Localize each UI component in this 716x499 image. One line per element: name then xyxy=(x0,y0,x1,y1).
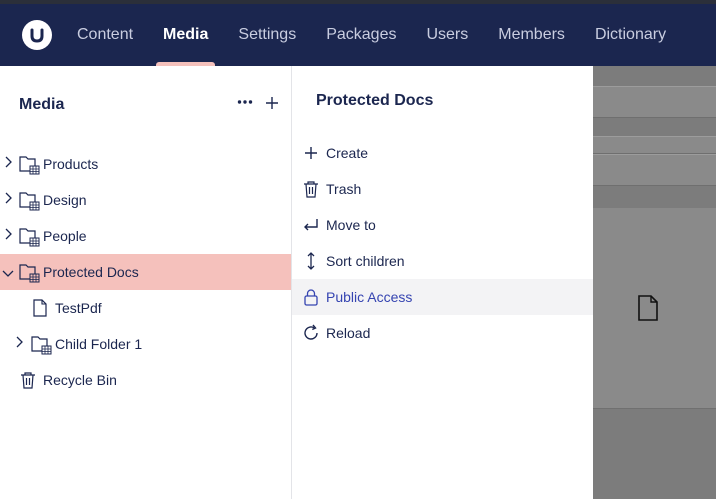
nav-members[interactable]: Members xyxy=(483,0,580,66)
nav-content[interactable]: Content xyxy=(62,0,148,66)
tree-item-label: Recycle Bin xyxy=(43,372,117,388)
document-icon xyxy=(637,295,659,326)
top-header: Content Media Settings Packages Users Me… xyxy=(0,0,716,66)
folder-grid-icon xyxy=(19,263,41,286)
tree-item-label: People xyxy=(43,228,87,244)
background-band xyxy=(593,86,716,118)
plus-icon xyxy=(302,144,320,162)
tree-item-products[interactable]: Products xyxy=(0,146,291,182)
plus-icon[interactable] xyxy=(265,94,279,114)
action-public-access[interactable]: Public Access xyxy=(292,279,593,315)
nav-settings[interactable]: Settings xyxy=(223,0,311,66)
chevron-down-icon[interactable] xyxy=(2,266,14,280)
main-nav: Content Media Settings Packages Users Me… xyxy=(62,0,681,66)
action-label: Create xyxy=(326,145,369,161)
action-move-to[interactable]: Move to xyxy=(292,207,593,243)
chevron-right-icon[interactable] xyxy=(4,228,12,243)
tree-item-label: Design xyxy=(43,192,87,208)
media-tree: Media Products Design People Protected D… xyxy=(0,66,292,499)
action-label: Sort children xyxy=(326,253,405,269)
tree-item-design[interactable]: Design xyxy=(0,182,291,218)
ellipsis-icon[interactable] xyxy=(237,94,253,114)
folder-grid-icon xyxy=(19,155,41,178)
action-label: Trash xyxy=(326,181,362,197)
folder-grid-icon xyxy=(31,335,53,358)
tree-item-people[interactable]: People xyxy=(0,218,291,254)
tree-item-label: TestPdf xyxy=(55,300,102,316)
document-icon xyxy=(32,299,48,320)
tree-item-protected-docs[interactable]: Protected Docs xyxy=(0,254,291,290)
action-create[interactable]: Create xyxy=(292,135,593,171)
background-band xyxy=(593,136,716,154)
tree-item-label: Products xyxy=(43,156,99,172)
nav-dictionary[interactable]: Dictionary xyxy=(580,0,681,66)
action-label: Move to xyxy=(326,217,376,233)
nav-media[interactable]: Media xyxy=(148,0,223,66)
lock-icon xyxy=(302,288,320,306)
tree-item-label: Protected Docs xyxy=(43,264,139,280)
nav-packages[interactable]: Packages xyxy=(311,0,411,66)
chevron-right-icon[interactable] xyxy=(15,336,23,351)
actions-menu: Create Trash Move to Sort children Publi… xyxy=(292,135,593,351)
folder-grid-icon xyxy=(19,191,41,214)
tree-actions xyxy=(237,94,279,114)
trash-icon xyxy=(20,371,36,392)
nav-users[interactable]: Users xyxy=(411,0,483,66)
tree-list: Products Design People Protected Docs Te… xyxy=(0,146,291,398)
actions-panel-title: Protected Docs xyxy=(316,92,434,109)
sort-arrows-icon xyxy=(302,252,320,270)
reload-icon xyxy=(302,324,320,342)
action-trash[interactable]: Trash xyxy=(292,171,593,207)
umbraco-logo-icon[interactable] xyxy=(22,20,52,50)
tree-title: Media xyxy=(19,96,65,113)
background-band xyxy=(593,154,716,186)
action-label: Public Access xyxy=(326,289,413,305)
actions-panel: Protected Docs Create Trash Move to Sort… xyxy=(292,66,593,499)
folder-grid-icon xyxy=(19,227,41,250)
chevron-right-icon[interactable] xyxy=(4,192,12,207)
action-reload[interactable]: Reload xyxy=(292,315,593,351)
tree-item-child-folder-1[interactable]: Child Folder 1 xyxy=(0,326,291,362)
action-label: Reload xyxy=(326,325,371,341)
move-arrow-icon xyxy=(302,216,320,234)
tree-item-label: Child Folder 1 xyxy=(55,336,143,352)
dimmed-background xyxy=(593,66,716,499)
tree-item-testpdf[interactable]: TestPdf xyxy=(0,290,291,326)
chevron-right-icon[interactable] xyxy=(4,156,12,171)
tree-item-recycle-bin[interactable]: Recycle Bin xyxy=(0,362,291,398)
action-sort-children[interactable]: Sort children xyxy=(292,243,593,279)
trash-icon xyxy=(302,180,320,198)
